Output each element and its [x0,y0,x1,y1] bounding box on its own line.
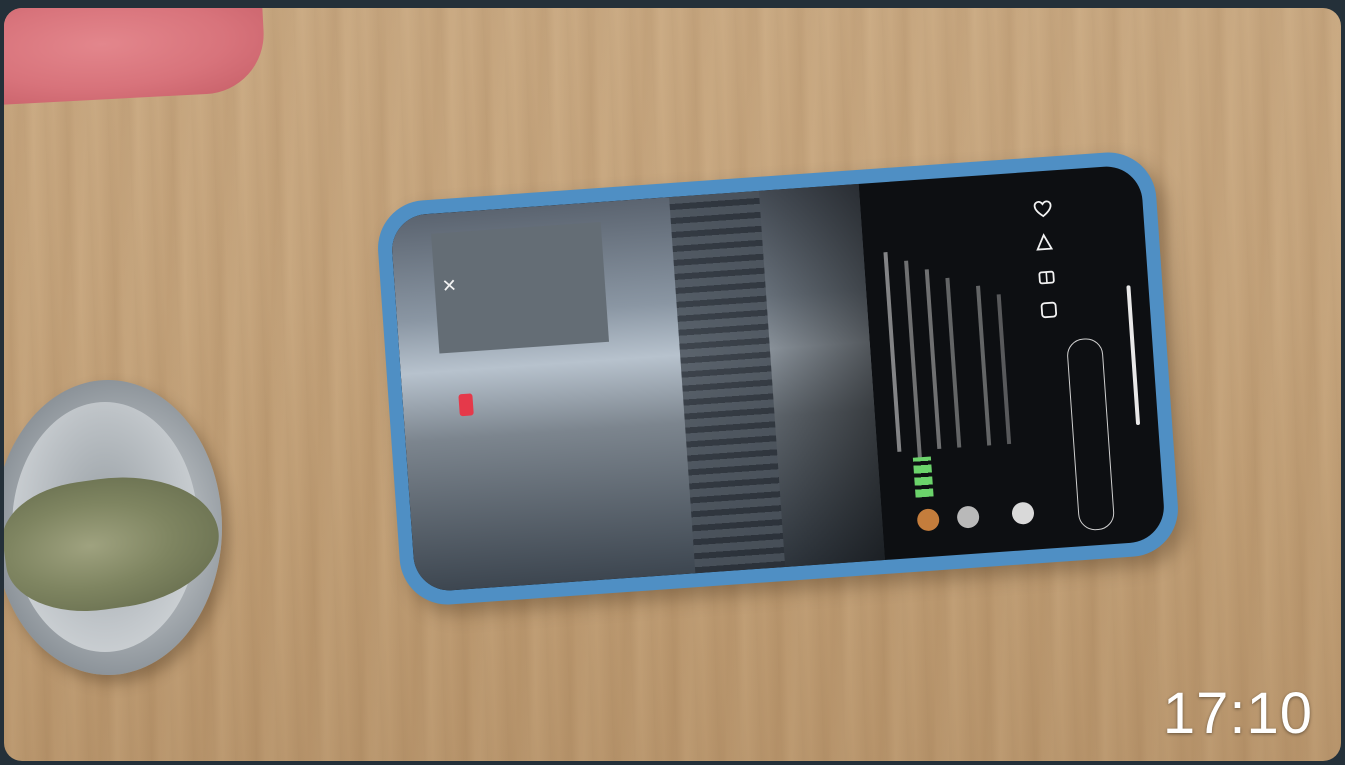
video-bridge [669,190,786,574]
avatar [1011,501,1035,525]
timestamp: 17:10 [1162,681,1313,746]
live-badge [458,393,474,417]
phone-screen: ✕ [389,164,1167,593]
avatar [956,505,980,529]
heart-icon[interactable] [1032,198,1053,219]
photo: ✕ 17:10 [4,8,1341,761]
phone: ✕ [374,149,1182,608]
viewer-frame: ✕ 17:10 [0,0,1345,765]
avatar [916,508,940,532]
pink-cloth [4,8,267,105]
live-video [389,183,885,593]
home-indicator [1126,285,1141,426]
close-icon[interactable]: ✕ [437,277,459,294]
reaction-marks [912,456,934,498]
chat-text-block [864,240,1082,513]
